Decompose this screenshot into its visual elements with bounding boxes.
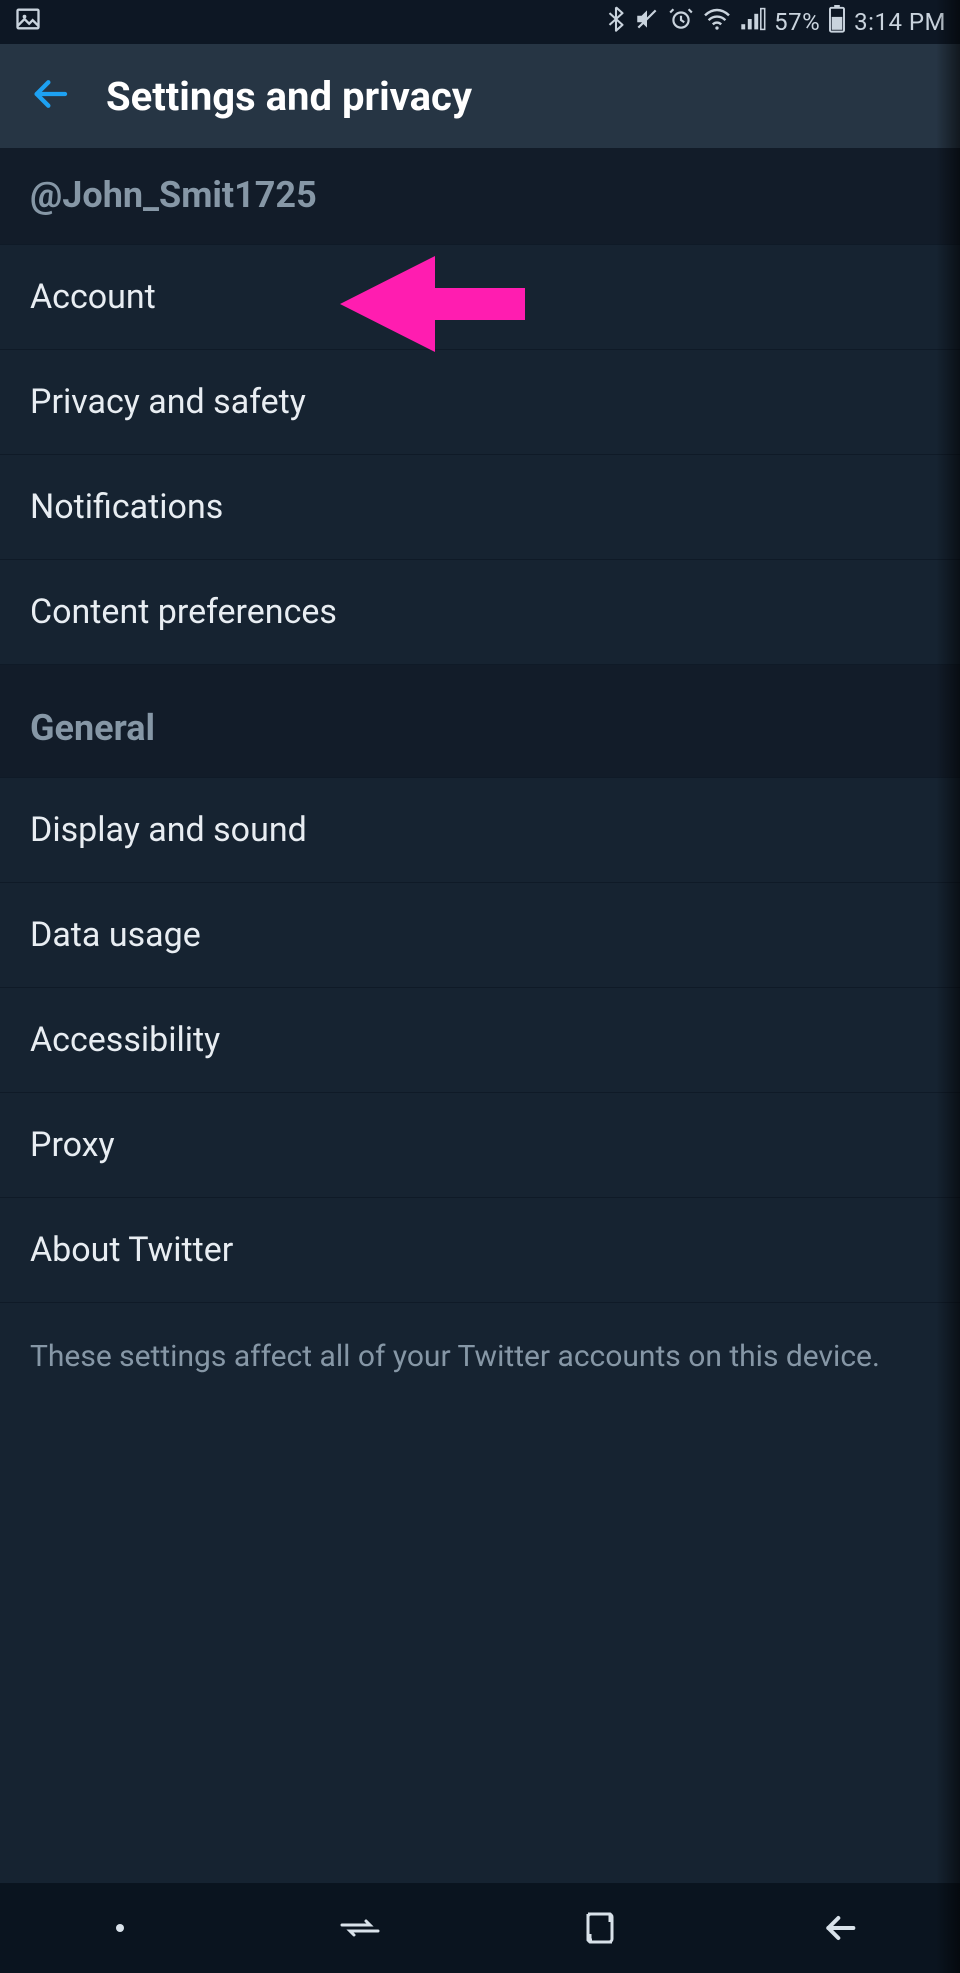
list-item-label: Notifications xyxy=(30,487,223,527)
settings-item-data-usage[interactable]: Data usage xyxy=(0,883,960,988)
nav-back-button[interactable] xyxy=(810,1898,870,1958)
spacer xyxy=(0,1428,960,1884)
settings-item-display-sound[interactable]: Display and sound xyxy=(0,777,960,883)
list-item-label: Accessibility xyxy=(30,1020,220,1060)
list-item-label: Data usage xyxy=(30,915,201,955)
list-item-label: About Twitter xyxy=(30,1230,233,1270)
wifi-icon xyxy=(702,7,732,37)
back-arrow-icon[interactable] xyxy=(30,74,70,118)
status-bar: 57% 3:14 PM xyxy=(0,0,960,44)
bluetooth-icon xyxy=(606,6,626,38)
list-item-label: Privacy and safety xyxy=(30,382,306,422)
nav-recent-button[interactable] xyxy=(330,1898,390,1958)
mute-icon xyxy=(634,6,660,38)
general-section-header: General xyxy=(0,665,960,777)
settings-item-notifications[interactable]: Notifications xyxy=(0,455,960,560)
nav-home-button[interactable] xyxy=(570,1898,630,1958)
settings-item-about-twitter[interactable]: About Twitter xyxy=(0,1198,960,1303)
settings-item-accessibility[interactable]: Accessibility xyxy=(0,988,960,1093)
app-bar: Settings and privacy xyxy=(0,44,960,148)
alarm-icon xyxy=(668,6,694,38)
nav-dot-button[interactable] xyxy=(90,1898,150,1958)
settings-item-proxy[interactable]: Proxy xyxy=(0,1093,960,1198)
list-item-label: Display and sound xyxy=(30,810,307,850)
settings-item-content-preferences[interactable]: Content preferences xyxy=(0,560,960,665)
list-item-label: Content preferences xyxy=(30,592,337,632)
list-item-label: Proxy xyxy=(30,1125,115,1165)
picture-icon xyxy=(14,5,42,39)
account-settings-list: Account Privacy and safety Notifications… xyxy=(0,244,960,665)
battery-icon xyxy=(828,5,846,39)
footer-note: These settings affect all of your Twitte… xyxy=(0,1303,960,1428)
settings-item-privacy-safety[interactable]: Privacy and safety xyxy=(0,350,960,455)
list-item-label: Account xyxy=(30,277,156,317)
settings-item-account[interactable]: Account xyxy=(0,244,960,350)
general-settings-list: Display and sound Data usage Accessibili… xyxy=(0,777,960,1303)
clock-time: 3:14 PM xyxy=(854,8,946,36)
battery-percent: 57% xyxy=(774,8,820,36)
page-title: Settings and privacy xyxy=(106,73,472,120)
username-header: @John_Smit1725 xyxy=(0,148,960,244)
system-nav-bar xyxy=(0,1883,960,1973)
signal-icon xyxy=(740,7,766,37)
